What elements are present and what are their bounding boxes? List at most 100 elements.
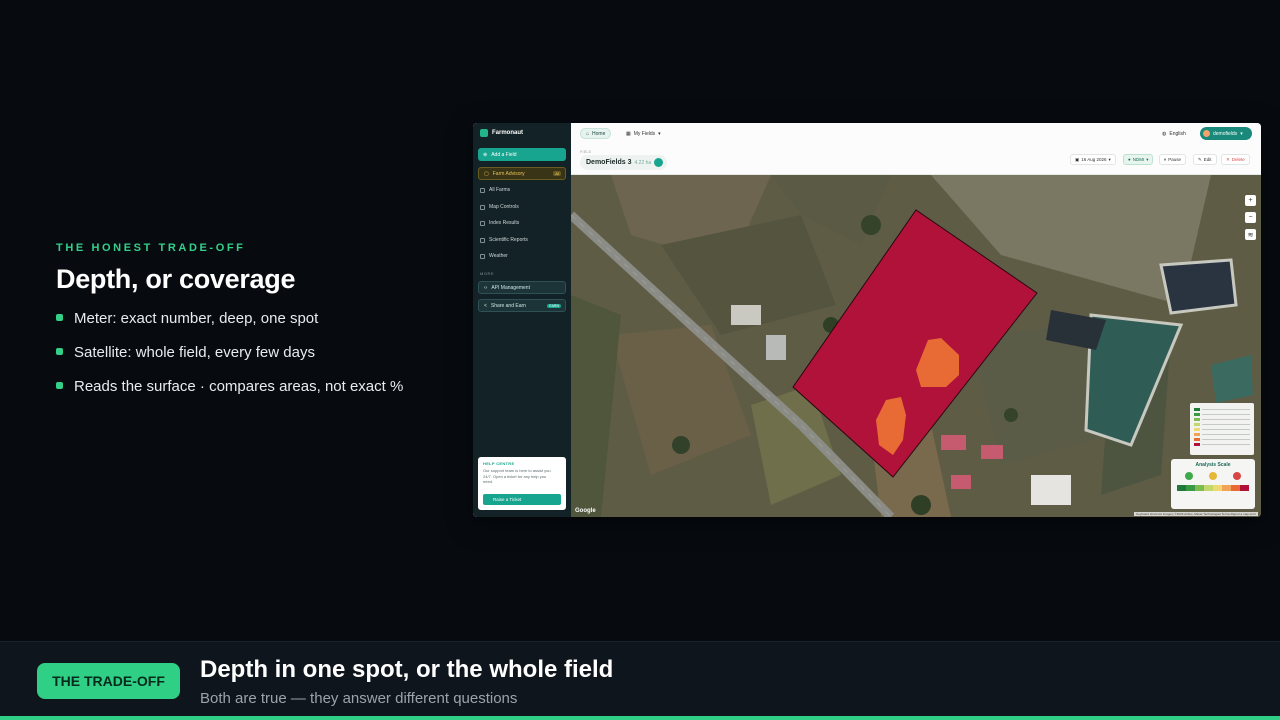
- share-earn-label: Share and Earn: [490, 302, 526, 309]
- bullet-list: Meter: exact number, deep, one spot Sate…: [56, 310, 403, 412]
- delete-label: Delete: [1231, 157, 1245, 162]
- bullet-item: Meter: exact number, deep, one spot: [56, 310, 403, 344]
- edit-button[interactable]: ✎ Edit: [1193, 154, 1217, 165]
- language-label: English: [1169, 130, 1186, 137]
- sidebar-section-label: MORE: [480, 271, 494, 276]
- share-icon: <: [484, 302, 487, 309]
- good-status-icon: [1185, 472, 1193, 480]
- api-management-button[interactable]: ‹› API Management: [478, 281, 566, 294]
- edit-field-icon[interactable]: [654, 158, 664, 167]
- caption-bar: THE TRADE-OFF Depth in one spot, or the …: [0, 641, 1280, 716]
- map-attribution[interactable]: Keyboard shortcuts Imagery ©2026 Airbus,…: [1134, 512, 1258, 516]
- share-earn-badge: EARN: [547, 303, 561, 308]
- pause-label: Pause: [1168, 157, 1182, 162]
- user-menu[interactable]: demofields ▾: [1200, 127, 1252, 140]
- bullet-item: Satellite: whole field, every few days: [56, 344, 403, 378]
- bullet-text: Reads the surface · compares areas, not …: [74, 378, 404, 395]
- date-label: 16 Aug 2026: [1081, 157, 1107, 162]
- sidebar: Farmonaut ⊕ Add a Field ▢ Farm Advisory AI …: [473, 123, 571, 517]
- help-centre-card: HELP CENTRE Our support team is here to …: [478, 457, 566, 510]
- chart-icon: [480, 220, 485, 226]
- date-selector[interactable]: ▣ 16 Aug 2026 ▾: [1070, 154, 1116, 165]
- field-name: DemoFields 3: [586, 159, 632, 166]
- code-icon: ‹›: [484, 284, 488, 291]
- trash-icon: ✕: [1226, 156, 1230, 162]
- delete-button[interactable]: ✕ Delete: [1221, 154, 1250, 165]
- index-selector[interactable]: ● NDMI ▾: [1123, 154, 1154, 165]
- report-icon: [480, 237, 485, 243]
- sidebar-item-all-farms[interactable]: All Farms: [480, 187, 510, 193]
- cloud-icon: [480, 253, 485, 259]
- chevron-down-icon: ▾: [1146, 156, 1149, 162]
- farm-advisory-label: Farm Advisory: [492, 170, 525, 177]
- sidebar-item-map-controls[interactable]: Map Controls: [480, 204, 519, 210]
- legend-row: [1194, 408, 1250, 411]
- raise-ticket-button[interactable]: Raise a Ticket: [483, 494, 561, 505]
- bullet-marker: [56, 348, 63, 355]
- sidebar-item-scientific-reports[interactable]: Scientific Reports: [480, 237, 528, 243]
- caption-pill: THE TRADE-OFF: [37, 663, 180, 699]
- analysis-color-scale: [1177, 485, 1249, 491]
- chevron-down-icon: ▾: [1240, 130, 1243, 137]
- sidebar-item-label: Weather: [489, 253, 508, 259]
- my-fields-label: My Fields: [633, 130, 656, 137]
- farm-advisory-button[interactable]: ▢ Farm Advisory AI: [478, 167, 566, 180]
- legend-row: [1194, 443, 1250, 446]
- plus-icon: ⊕: [483, 151, 488, 158]
- brand-logo[interactable]: Farmonaut: [480, 129, 523, 137]
- share-earn-button[interactable]: < Share and Earn EARN: [478, 299, 566, 312]
- sidebar-item-label: Map Controls: [489, 204, 519, 210]
- sidebar-item-weather[interactable]: Weather: [480, 253, 508, 259]
- api-management-label: API Management: [491, 284, 530, 291]
- map-icon: [480, 204, 485, 210]
- status-icons: [1171, 472, 1255, 480]
- sidebar-item-label: All Farms: [489, 187, 511, 193]
- chevron-down-icon: ▾: [1108, 156, 1111, 162]
- sidebar-item-index-results[interactable]: Index Results: [480, 220, 519, 226]
- edit-label: Edit: [1203, 157, 1212, 162]
- language-selector[interactable]: ◍ English: [1162, 128, 1186, 139]
- help-text: Our support team is here to assist you 2…: [483, 468, 551, 484]
- slide: THE HONEST TRADE-OFF Depth, or coverage …: [0, 0, 1280, 720]
- brand-name: Farmonaut: [492, 130, 524, 136]
- legend-row: [1194, 418, 1250, 421]
- pause-icon: ⏸: [1164, 157, 1167, 162]
- moderate-status-icon: [1209, 472, 1217, 480]
- zoom-in-button[interactable]: +: [1245, 195, 1256, 206]
- sidebar-item-label: Index Results: [489, 220, 520, 226]
- bullet-marker: [56, 382, 63, 389]
- add-field-button[interactable]: ⊕ Add a Field: [478, 148, 566, 161]
- calendar-icon: ▣: [1075, 156, 1080, 162]
- top-bar: ⌂ Home ▦ My Fields ▾ ◍ English demofields ▾ F…: [571, 123, 1261, 175]
- home-label: Home: [592, 130, 606, 137]
- my-fields-dropdown[interactable]: ▦ My Fields ▾: [621, 128, 666, 139]
- pause-button[interactable]: ⏸ Pause: [1159, 154, 1187, 165]
- logo-icon: [480, 129, 488, 137]
- avatar: [1203, 130, 1210, 137]
- legend-row: [1194, 423, 1250, 426]
- legend-row: [1194, 433, 1250, 436]
- slide-headline: Depth, or coverage: [56, 264, 296, 294]
- pencil-icon: ✎: [1198, 156, 1202, 162]
- home-tab[interactable]: ⌂ Home: [580, 128, 612, 139]
- fields-icon: ▦: [626, 130, 631, 137]
- bullet-text: Meter: exact number, deep, one spot: [74, 310, 319, 327]
- analysis-scale-title: Analysis Scale: [1195, 462, 1231, 468]
- help-title: HELP CENTRE: [483, 461, 515, 466]
- slide-eyebrow: THE HONEST TRADE-OFF: [56, 242, 246, 254]
- globe-icon: ◍: [1162, 130, 1167, 137]
- layers-icon[interactable]: ≋: [1245, 229, 1256, 240]
- analysis-scale-panel: Analysis Scale: [1171, 459, 1255, 509]
- index-label: NDMI: [1132, 157, 1145, 162]
- progress-bar: [0, 716, 1280, 720]
- app-screenshot: Farmonaut ⊕ Add a Field ▢ Farm Advisory AI …: [473, 123, 1261, 517]
- chevron-down-icon: ▾: [658, 130, 661, 137]
- field-selector[interactable]: DemoFields 3 4.22 ha: [580, 155, 668, 170]
- chat-icon: ▢: [484, 170, 489, 177]
- satellite-map[interactable]: + − ≋ Analysis Scale Google Keyboard sho…: [571, 175, 1261, 517]
- zoom-out-button[interactable]: −: [1245, 212, 1256, 223]
- farm-advisory-badge: AI: [553, 171, 561, 176]
- legend-row: [1194, 438, 1250, 441]
- caption-title: Depth in one spot, or the whole field: [200, 656, 614, 683]
- farm-icon: [480, 187, 485, 193]
